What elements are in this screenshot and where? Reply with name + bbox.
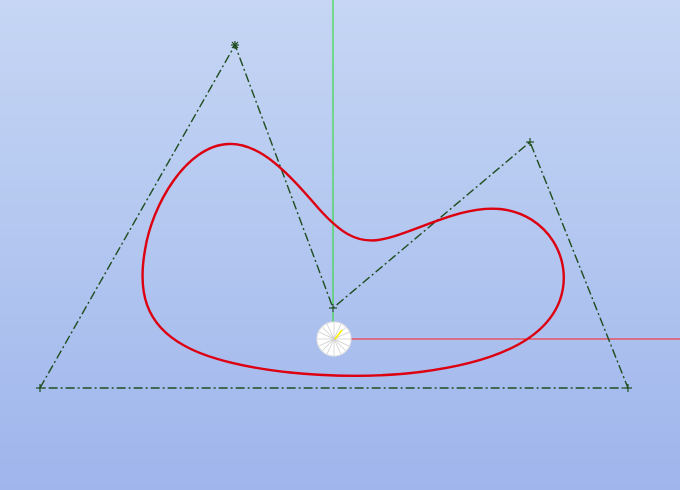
- control-point[interactable]: [526, 138, 534, 146]
- control-point[interactable]: [36, 384, 44, 392]
- control-point[interactable]: [329, 304, 337, 312]
- spline-curve[interactable]: [141, 142, 565, 378]
- 3d-viewport[interactable]: [0, 0, 680, 490]
- control-point[interactable]: [231, 41, 239, 49]
- origin-sphere-icon[interactable]: [316, 321, 352, 357]
- viewport-canvas[interactable]: [0, 0, 680, 490]
- control-point[interactable]: [624, 384, 632, 392]
